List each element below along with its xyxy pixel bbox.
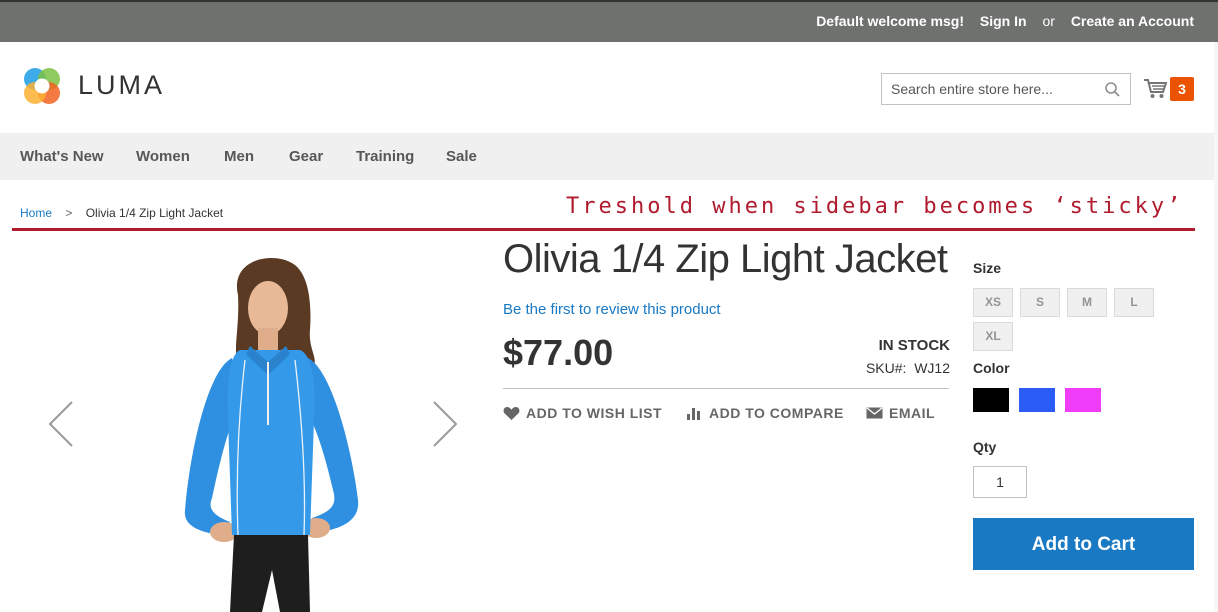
scrollbar[interactable]	[1214, 42, 1218, 612]
cart-count-badge[interactable]: 3	[1170, 77, 1194, 101]
size-swatch-xl[interactable]: XL	[973, 322, 1013, 351]
size-swatch-m[interactable]: M	[1067, 288, 1107, 317]
size-swatch-s[interactable]: S	[1020, 288, 1060, 317]
add-to-cart-button[interactable]: Add to Cart	[973, 518, 1194, 570]
nav-item-gear[interactable]: Gear	[289, 148, 323, 165]
sku-label: SKU#:	[865, 360, 907, 376]
stock-status: IN STOCK	[878, 337, 950, 354]
email-link[interactable]: EMAIL	[866, 405, 935, 421]
logo-text[interactable]: LUMA	[78, 70, 165, 101]
gallery-prev-arrow-icon[interactable]	[48, 400, 74, 448]
size-label: Size	[973, 260, 1002, 276]
nav-item-training[interactable]: Training	[356, 148, 414, 165]
color-swatch-blue[interactable]	[1019, 388, 1055, 412]
sku-value: WJ12	[914, 360, 950, 376]
gallery-next-arrow-icon[interactable]	[432, 400, 458, 448]
divider	[503, 388, 949, 389]
email-label: EMAIL	[889, 405, 936, 421]
heart-icon	[503, 406, 520, 420]
minicart[interactable]: 3	[1143, 75, 1195, 103]
nav-item-sale[interactable]: Sale	[446, 148, 477, 165]
breadcrumb-separator: >	[65, 206, 73, 220]
top-bar: Default welcome msg! Sign In or Create a…	[0, 0, 1218, 42]
cart-icon[interactable]	[1143, 78, 1167, 100]
breadcrumb-home-link[interactable]: Home	[20, 206, 52, 220]
sticky-threshold-line	[12, 228, 1195, 231]
compare-label: ADD TO COMPARE	[709, 405, 844, 421]
size-swatch-xs[interactable]: XS	[973, 288, 1013, 317]
product-title: Olivia 1/4 Zip Light Jacket	[503, 237, 948, 281]
header-links: Default welcome msg! Sign In or Create a…	[804, 13, 1194, 29]
product-sku: SKU#: WJ12	[866, 360, 950, 376]
nav-item-men[interactable]: Men	[224, 148, 254, 165]
qty-input[interactable]: 1	[973, 466, 1027, 498]
product-price: $77.00	[503, 332, 614, 373]
luma-logo-icon[interactable]	[20, 64, 64, 108]
search-box[interactable]	[881, 73, 1131, 105]
sign-in-link[interactable]: Sign In	[980, 13, 1027, 29]
product-image[interactable]	[150, 250, 390, 612]
size-swatch-l[interactable]: L	[1114, 288, 1154, 317]
breadcrumb-current: Olivia 1/4 Zip Light Jacket	[85, 206, 224, 220]
search-icon[interactable]	[1104, 81, 1121, 98]
product-gallery	[30, 240, 480, 612]
color-swatch-black[interactable]	[973, 388, 1009, 412]
sticky-threshold-annotation: Treshold when sidebar becomes ‘sticky’	[566, 194, 1184, 219]
nav-item-women[interactable]: Women	[136, 148, 190, 165]
qty-label: Qty	[973, 439, 997, 455]
add-to-compare-link[interactable]: ADD TO COMPARE	[686, 405, 844, 421]
compare-icon	[687, 408, 700, 420]
create-account-link[interactable]: Create an Account	[1071, 13, 1194, 29]
color-label: Color	[973, 360, 1010, 376]
or-text: or	[1042, 13, 1055, 29]
breadcrumb: Home > Olivia 1/4 Zip Light Jacket	[20, 206, 223, 220]
color-swatch-purple[interactable]	[1065, 388, 1101, 412]
wishlist-label: ADD TO WISH LIST	[526, 405, 663, 421]
main-navigation: What's New Women Men Gear Training Sale	[0, 133, 1218, 180]
envelope-icon	[866, 407, 883, 419]
welcome-message: Default welcome msg!	[816, 13, 965, 29]
nav-item-whats-new[interactable]: What's New	[20, 148, 104, 165]
review-link[interactable]: Be the first to review this product	[503, 301, 721, 318]
search-input[interactable]	[891, 81, 1096, 97]
site-header: LUMA 3	[0, 42, 1218, 133]
add-to-wishlist-link[interactable]: ADD TO WISH LIST	[503, 405, 662, 421]
